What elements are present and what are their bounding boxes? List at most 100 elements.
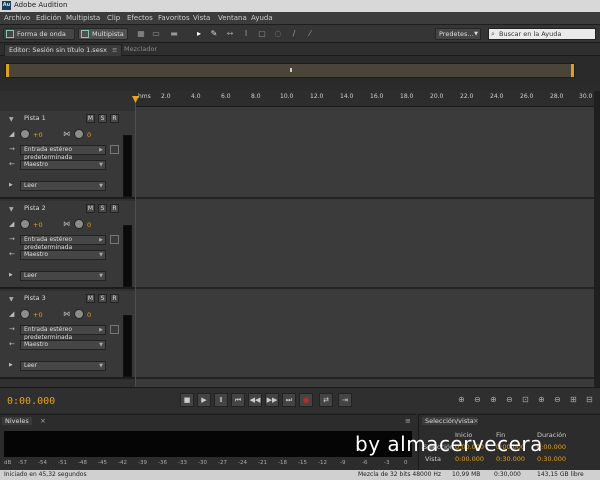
- zoom-out-full-icon[interactable]: ⊡: [522, 395, 529, 404]
- pan-knob[interactable]: [74, 129, 84, 139]
- volume-knob[interactable]: [20, 219, 30, 229]
- input-dropdown[interactable]: Entrada estéreo predeterminada ▶: [20, 145, 106, 161]
- zoom-out-amplitude-icon[interactable]: ⊖: [474, 395, 481, 404]
- volume-knob[interactable]: [20, 309, 30, 319]
- automation-mode-dropdown[interactable]: Leer ▼: [20, 181, 106, 191]
- solo-button[interactable]: S: [98, 114, 107, 123]
- menu-clip[interactable]: Clip: [107, 14, 120, 22]
- overview-left-handle[interactable]: [6, 64, 9, 77]
- zoom-out-time-icon[interactable]: ⊖: [506, 395, 513, 404]
- current-time-display[interactable]: 0:00.000: [7, 396, 55, 407]
- automation-mode-dropdown[interactable]: Leer ▼: [20, 271, 106, 281]
- volume-value[interactable]: +0: [33, 221, 43, 229]
- collapse-icon[interactable]: ▼: [9, 296, 14, 303]
- razor-tool-icon[interactable]: ✎: [210, 30, 218, 38]
- spot-healing-tool-icon[interactable]: ⁄: [306, 30, 314, 38]
- mute-button[interactable]: M: [86, 204, 95, 213]
- marquee-tool-icon[interactable]: ▢: [258, 30, 266, 38]
- menu-multipista[interactable]: Multipista: [66, 14, 100, 22]
- phase-icon[interactable]: [110, 325, 119, 334]
- view-end[interactable]: 0:30.000: [496, 455, 525, 463]
- expand-icon[interactable]: ▶: [9, 272, 13, 278]
- track-lanes-area[interactable]: [135, 107, 595, 387]
- menu-ventana[interactable]: Ventana: [218, 14, 247, 22]
- track-name[interactable]: Pista 3: [24, 294, 46, 302]
- solo-button[interactable]: S: [98, 294, 107, 303]
- mute-button[interactable]: M: [86, 294, 95, 303]
- menu-ayuda[interactable]: Ayuda: [251, 14, 273, 22]
- zoom-in-time-icon[interactable]: ⊕: [490, 395, 497, 404]
- selection-view-title[interactable]: Selección/vista: [422, 417, 477, 425]
- close-icon[interactable]: ×: [473, 417, 479, 425]
- input-dropdown[interactable]: Entrada estéreo predeterminada ▶: [20, 325, 106, 341]
- go-to-start-button[interactable]: ⏮: [231, 393, 245, 407]
- move-tool-icon[interactable]: ▸: [195, 30, 203, 38]
- record-arm-button[interactable]: R: [110, 114, 119, 123]
- pause-button[interactable]: Ⅱ: [214, 393, 228, 407]
- help-search-input[interactable]: ⌕ Buscar en la Ayuda: [488, 28, 596, 40]
- solo-button[interactable]: S: [98, 204, 107, 213]
- menu-archivo[interactable]: Archivo: [4, 14, 30, 22]
- output-dropdown[interactable]: Maestro ▼: [20, 250, 106, 260]
- pan-knob[interactable]: [74, 219, 84, 229]
- record-arm-button[interactable]: R: [110, 294, 119, 303]
- record-button[interactable]: ●: [299, 393, 313, 407]
- track-name[interactable]: Pista 1: [24, 114, 46, 122]
- workspace-preset-dropdown[interactable]: Predetes... ▼: [435, 28, 481, 40]
- lasso-tool-icon[interactable]: ◌: [274, 30, 282, 38]
- pitch-display-icon[interactable]: ▭: [152, 30, 160, 38]
- automation-mode-dropdown[interactable]: Leer ▼: [20, 361, 106, 371]
- record-arm-button[interactable]: R: [110, 204, 119, 213]
- input-dropdown[interactable]: Entrada estéreo predeterminada ▶: [20, 235, 106, 251]
- track-name[interactable]: Pista 2: [24, 204, 46, 212]
- volume-value[interactable]: +0: [33, 311, 43, 319]
- record-display-icon[interactable]: ▬: [170, 30, 178, 38]
- menu-favoritos[interactable]: Favoritos: [158, 14, 190, 22]
- pan-knob[interactable]: [74, 309, 84, 319]
- loop-playback-button[interactable]: ⇄: [319, 393, 333, 407]
- time-selection-tool-icon[interactable]: I: [242, 30, 250, 38]
- waveform-view-button[interactable]: Forma de onda: [3, 28, 75, 40]
- track-2-lane[interactable]: [135, 201, 595, 289]
- close-icon[interactable]: ×: [40, 417, 46, 425]
- mute-button[interactable]: M: [86, 114, 95, 123]
- brush-tool-icon[interactable]: /: [290, 30, 298, 38]
- collapse-icon[interactable]: ▼: [9, 206, 14, 213]
- tab-editor[interactable]: Editor: Sesión sin título 1.sesx ≡: [4, 44, 123, 56]
- phase-icon[interactable]: [110, 235, 119, 244]
- zoom-in-amplitude-icon[interactable]: ⊕: [458, 395, 465, 404]
- vertical-scrollbar[interactable]: [594, 91, 600, 387]
- menu-vista[interactable]: Vista: [193, 14, 210, 22]
- overview-right-handle[interactable]: [571, 64, 574, 77]
- pan-value[interactable]: 0: [87, 311, 91, 319]
- expand-icon[interactable]: ▶: [9, 362, 13, 368]
- volume-knob[interactable]: [20, 129, 30, 139]
- view-start[interactable]: 0:00.000: [455, 455, 484, 463]
- levels-panel-title[interactable]: Niveles: [2, 417, 32, 425]
- tab-mixer[interactable]: Mezclador: [120, 44, 161, 56]
- panel-menu-icon[interactable]: ≡: [405, 417, 411, 425]
- output-dropdown[interactable]: Maestro ▼: [20, 160, 106, 170]
- rewind-button[interactable]: ◀◀: [248, 393, 262, 407]
- track-1-lane[interactable]: [135, 111, 595, 199]
- slip-tool-icon[interactable]: ↔: [226, 30, 234, 38]
- volume-value[interactable]: +0: [33, 131, 43, 139]
- expand-icon[interactable]: ▶: [9, 182, 13, 188]
- track-3-lane[interactable]: [135, 291, 595, 379]
- stop-button[interactable]: ■: [180, 393, 194, 407]
- phase-icon[interactable]: [110, 145, 119, 154]
- playhead-line[interactable]: [135, 100, 136, 387]
- collapse-icon[interactable]: ▼: [9, 116, 14, 123]
- zoom-tracks-icon[interactable]: ⊟: [586, 395, 593, 404]
- time-ruler[interactable]: hms 2.0 4.0 6.0 8.0 10.0 12.0 14.0 16.0 …: [135, 91, 595, 107]
- overview-zoom-bar[interactable]: [5, 63, 575, 78]
- multitrack-view-button[interactable]: Multipista: [78, 28, 128, 40]
- view-duration[interactable]: 0:30.000: [537, 455, 566, 463]
- play-button[interactable]: ▶: [197, 393, 211, 407]
- menu-edicion[interactable]: Edición: [36, 14, 61, 22]
- spectral-display-icon[interactable]: ▦: [137, 30, 145, 38]
- pan-value[interactable]: 0: [87, 131, 91, 139]
- zoom-selection-icon[interactable]: ⊞: [570, 395, 577, 404]
- tab-menu-icon[interactable]: ≡: [112, 46, 117, 54]
- output-dropdown[interactable]: Maestro ▼: [20, 340, 106, 350]
